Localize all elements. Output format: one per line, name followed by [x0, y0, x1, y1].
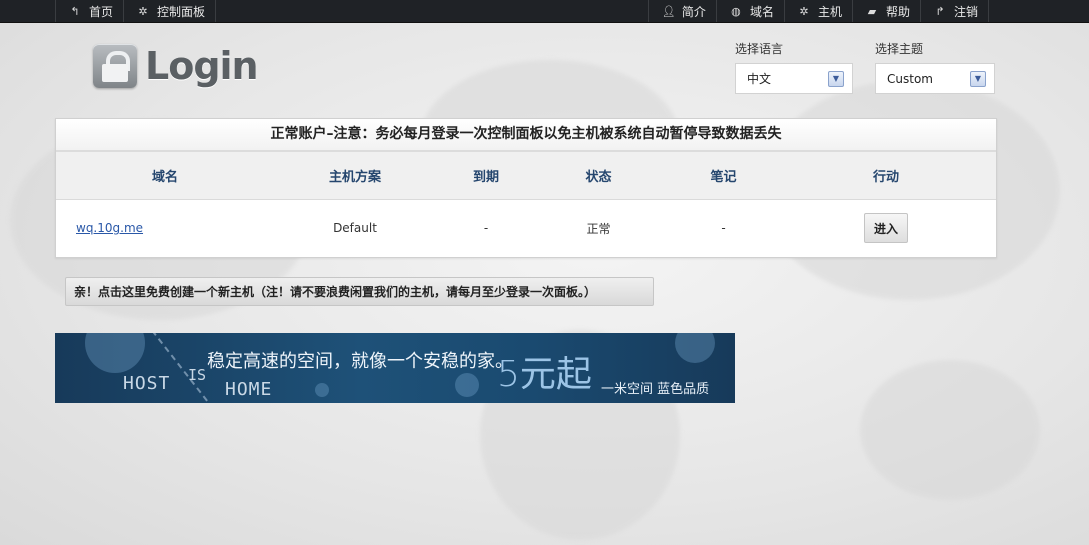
nav-help[interactable]: ▰ 帮助 [851, 0, 920, 22]
status-value: 正常 [586, 221, 611, 236]
nav-logout-label: 注销 [953, 4, 978, 19]
theme-value: Custom [887, 71, 933, 86]
theme-label: 选择主题 [875, 42, 924, 56]
theme-select[interactable]: Custom ▼ [875, 63, 995, 94]
language-value: 中文 [747, 72, 772, 86]
logout-arrow-icon: ↱ [935, 4, 945, 18]
gear-icon: ✲ [799, 4, 809, 18]
lock-icon [93, 44, 137, 88]
nav-domains[interactable]: ◍ 域名 [715, 0, 784, 22]
top-navigation-bar: ↰ 首页 ✲ 控制面板 👤︎ 简介 ◍ 域名 ✲ 主机 ▰ 帮助 ↱ 注销 [0, 0, 1089, 23]
chevron-down-icon: ▼ [970, 70, 986, 87]
chevron-down-icon: ▼ [828, 70, 844, 87]
nav-help-label: 帮助 [885, 4, 910, 19]
header-domain: 域名 [151, 170, 178, 185]
table-row: wq.10g.me Default - 正常 - 进入 [56, 200, 996, 256]
create-host-button[interactable]: 亲！点击这里免费创建一个新主机（注！请不要浪费闲置我们的主机，请每月至少登录一次… [65, 277, 654, 306]
header-status: 状态 [585, 170, 612, 185]
nav-home[interactable]: ↰ 首页 [55, 0, 123, 22]
left-nav: ↰ 首页 ✲ 控制面板 [55, 0, 217, 22]
login-logo: Login [93, 44, 259, 88]
background-map-shape [860, 360, 1040, 500]
language-select[interactable]: 中文 ▼ [735, 63, 853, 94]
nav-control-panel-label: 控制面板 [157, 4, 206, 19]
banner-brand: 一米空间 蓝色品质 [601, 382, 710, 397]
banner-slogan: 稳定高速的空间，就像一个安稳的家。 [207, 351, 513, 372]
header-expiry: 到期 [472, 170, 499, 185]
enter-button[interactable]: 进入 [864, 213, 908, 243]
user-icon: 👤︎ [661, 4, 676, 18]
expiry-value: - [483, 221, 489, 235]
plan-value: Default [333, 221, 377, 235]
banner-home-text: HOME [225, 379, 273, 400]
banner-price: 5元起 [497, 354, 592, 395]
header-action: 行动 [872, 170, 899, 185]
language-selector-group: 选择语言 中文 ▼ [735, 40, 853, 94]
header-plan: 主机方案 [328, 170, 381, 185]
banner-is-text: IS [188, 366, 207, 384]
nav-control-panel[interactable]: ✲ 控制面板 [123, 0, 217, 22]
right-nav: 👤︎ 简介 ◍ 域名 ✲ 主机 ▰ 帮助 ↱ 注销 [647, 0, 989, 22]
header-notes: 笔记 [710, 170, 737, 185]
home-back-icon: ↰ [70, 4, 80, 18]
note-value: - [721, 221, 726, 235]
logo-text: Login [145, 44, 259, 88]
nav-domains-label: 域名 [749, 4, 774, 19]
domain-link[interactable]: wq.10g.me [76, 221, 143, 235]
language-label: 选择语言 [735, 42, 784, 56]
chat-icon: ▰ [867, 4, 877, 18]
account-panel: 正常账户–注意：务必每月登录一次控制面板以免主机被系统自动暂停导致数据丢失 域名… [55, 118, 997, 258]
nav-home-label: 首页 [89, 4, 114, 19]
promo-banner[interactable]: HOST IS HOME 稳定高速的空间，就像一个安稳的家。 5元起 一米空间 … [55, 333, 735, 403]
nav-profile-label: 简介 [681, 4, 706, 19]
table-header: 域名 主机方案 到期 状态 笔记 行动 [56, 152, 996, 200]
globe-icon: ◍ [731, 4, 741, 18]
banner-host-text: HOST [123, 373, 171, 394]
nav-hosting[interactable]: ✲ 主机 [783, 0, 852, 22]
nav-profile[interactable]: 👤︎ 简介 [647, 0, 716, 22]
nav-logout[interactable]: ↱ 注销 [919, 0, 989, 22]
account-notice: 正常账户–注意：务必每月登录一次控制面板以免主机被系统自动暂停导致数据丢失 [56, 119, 996, 152]
nav-hosting-label: 主机 [817, 4, 842, 19]
gear-icon: ✲ [138, 4, 148, 18]
theme-selector-group: 选择主题 Custom ▼ [875, 40, 995, 94]
